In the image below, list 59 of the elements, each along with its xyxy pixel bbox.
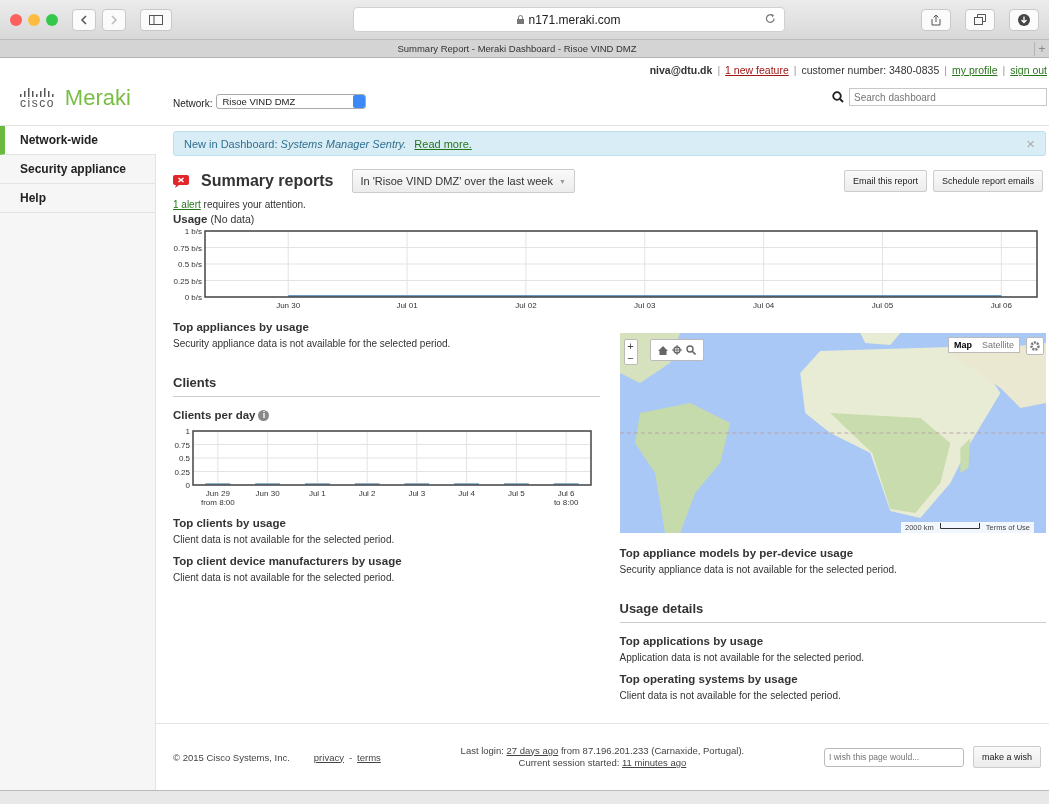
empty-message: Security appliance data is not available for the selected period. bbox=[619, 564, 898, 575]
logo-text: Meraki bbox=[64, 84, 131, 111]
separator: | bbox=[793, 64, 797, 76]
x-tick-label: Jul 03 bbox=[634, 301, 656, 310]
x-tick-label: Jul 2 bbox=[358, 489, 376, 498]
x-tick-label: Jul 04 bbox=[752, 301, 775, 310]
empty-message: Application data is not available for the selected period. bbox=[619, 652, 866, 663]
link-separator: - bbox=[348, 751, 353, 763]
y-tick-label: 0.75 bbox=[174, 440, 190, 450]
section-title: Top appliances by usage bbox=[173, 321, 310, 333]
empty-message: Security appliance data is not available for the selected period. bbox=[173, 338, 452, 349]
empty-message: Client data is not available for the selected period. bbox=[619, 690, 842, 701]
login-origin: from 87.196.201.233 (Carnaxide, Portugal). bbox=[560, 744, 745, 756]
y-tick-label: 0.5 bbox=[178, 454, 190, 463]
section-title: Top applications by usage bbox=[619, 635, 765, 647]
alert-text: requires your attention. bbox=[203, 199, 306, 210]
x-tick-label: Jul 5 bbox=[507, 489, 525, 498]
separator: | bbox=[944, 64, 947, 76]
section-title: Clients per day bbox=[173, 409, 256, 421]
copyright-text: © 2015 Cisco Systems, Inc. bbox=[173, 751, 290, 763]
separator: | bbox=[717, 64, 721, 76]
y-tick-label: 1 b/s bbox=[184, 227, 202, 236]
x-tick-label: Jul 02 bbox=[515, 301, 537, 310]
session-label: Current session started: bbox=[518, 757, 620, 768]
x-tick-label: Jun 29 from 8:00 bbox=[201, 489, 235, 507]
x-tick-label: Jul 3 bbox=[408, 489, 426, 498]
y-tick-label: 1 bbox=[185, 427, 190, 436]
y-tick-label: 0.5 b/s bbox=[178, 260, 202, 269]
y-tick-label: 0.25 b/s bbox=[173, 276, 202, 286]
section-title: Top operating systems by usage bbox=[619, 673, 799, 685]
y-tick-label: 0 b/s bbox=[184, 293, 202, 302]
section-title: Top clients by usage bbox=[173, 517, 287, 529]
x-tick-label: Jul 05 bbox=[871, 301, 894, 310]
section-heading: Usage details bbox=[619, 585, 1046, 623]
customer-number: customer number: 3480-0835 bbox=[801, 64, 940, 76]
y-tick-label: 0 bbox=[185, 481, 190, 490]
no-data-note: (No data) bbox=[210, 213, 255, 225]
x-tick-label: Jul 1 bbox=[308, 489, 326, 498]
empty-message: Client data is not available for the selected period. bbox=[173, 572, 396, 583]
network-label: Network: bbox=[173, 98, 213, 109]
section-heading: Clients bbox=[173, 359, 600, 397]
banner-text: New in Dashboard: Systems Manager Sentry. bbox=[184, 137, 407, 150]
user-email: niva@dtu.dk bbox=[649, 64, 713, 76]
empty-message: Client data is not available for the selected period. bbox=[173, 534, 396, 545]
logo-mark: cisco bbox=[20, 96, 55, 109]
x-tick-label: Jun 30 bbox=[276, 301, 301, 310]
x-tick-label: Jul 4 bbox=[458, 489, 476, 498]
separator: | bbox=[1002, 64, 1006, 76]
x-tick-label: Jul 01 bbox=[396, 301, 418, 310]
y-tick-label: 0.25 bbox=[174, 467, 190, 477]
section-title: Usage bbox=[173, 213, 208, 225]
login-label: Last login: bbox=[460, 744, 504, 756]
x-tick-label: Jun 30 bbox=[255, 489, 280, 498]
section-title: Top appliance models by per-device usage bbox=[619, 547, 855, 559]
y-tick-label: 0.75 b/s bbox=[173, 243, 202, 253]
x-tick-label: Jul 6 to 8:00 bbox=[553, 489, 579, 507]
x-tick-label: Jul 06 bbox=[990, 301, 1012, 310]
section-title: Top client device manufacturers by usage bbox=[173, 555, 403, 567]
page-title: Summary reports bbox=[201, 172, 334, 190]
